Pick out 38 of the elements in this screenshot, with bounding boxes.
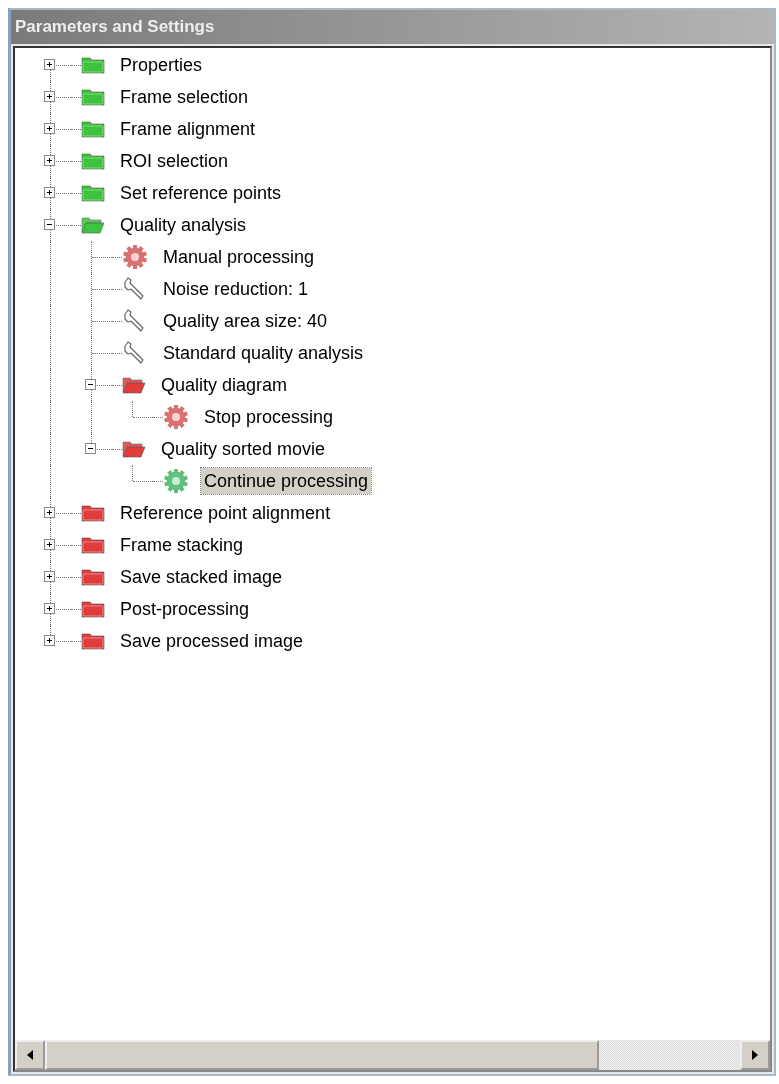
tree-item[interactable]: Noise reduction: 1 [160, 276, 312, 302]
tree-item[interactable]: Standard quality analysis [160, 340, 367, 366]
collapse-button[interactable] [85, 379, 96, 390]
right-arrow-icon [752, 1050, 758, 1060]
tree-item[interactable]: Quality area size: 40 [160, 308, 331, 334]
tree-item[interactable]: Stop processing [201, 404, 337, 430]
tree-item[interactable]: Continue processing [201, 468, 372, 494]
expand-button[interactable] [44, 507, 55, 518]
left-arrow-icon [27, 1050, 33, 1060]
tree-item[interactable]: Properties [117, 52, 206, 78]
expand-button[interactable] [44, 571, 55, 582]
tree-item[interactable]: Save processed image [117, 628, 307, 654]
panel-title: Parameters and Settings [11, 10, 774, 44]
tree-item[interactable]: Frame stacking [117, 532, 247, 558]
tree-item[interactable]: Quality analysis [117, 212, 250, 238]
tree-item[interactable]: ROI selection [117, 148, 232, 174]
tree-item[interactable]: Frame alignment [117, 116, 259, 142]
scroll-right-button[interactable] [740, 1040, 770, 1070]
expand-button[interactable] [44, 59, 55, 70]
tree-item[interactable]: Reference point alignment [117, 500, 334, 526]
tree-item[interactable]: Set reference points [117, 180, 285, 206]
expand-button[interactable] [44, 635, 55, 646]
tree-item[interactable]: Post-processing [117, 596, 253, 622]
collapse-button[interactable] [85, 443, 96, 454]
tree-item[interactable]: Save stacked image [117, 564, 286, 590]
expand-button[interactable] [44, 603, 55, 614]
tree-item[interactable]: Quality diagram [158, 372, 291, 398]
expand-button[interactable] [44, 91, 55, 102]
collapse-button[interactable] [44, 219, 55, 230]
scroll-left-button[interactable] [15, 1040, 45, 1070]
expand-button[interactable] [44, 539, 55, 550]
expand-button[interactable] [44, 187, 55, 198]
tree-item[interactable]: Frame selection [117, 84, 252, 110]
tree-item[interactable]: Manual processing [160, 244, 318, 270]
tree-item[interactable]: Quality sorted movie [158, 436, 329, 462]
scrollbar-thumb[interactable] [45, 1040, 599, 1070]
expand-button[interactable] [44, 123, 55, 134]
expand-button[interactable] [44, 155, 55, 166]
